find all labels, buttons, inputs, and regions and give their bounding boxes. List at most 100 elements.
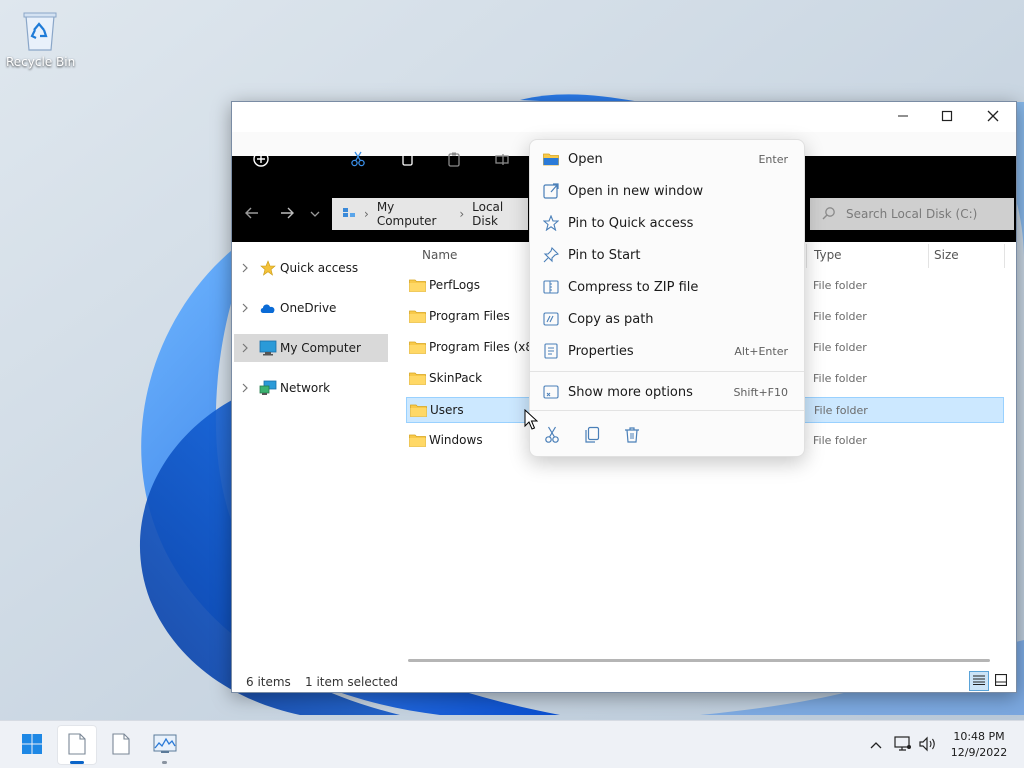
chevron-right-icon[interactable] [234, 343, 256, 353]
menu-delete-button[interactable] [620, 424, 644, 448]
back-button[interactable] [240, 204, 264, 224]
menu-shortcut: Enter [758, 152, 788, 166]
arrow-left-icon [244, 206, 260, 223]
performance-chart-icon [153, 734, 177, 757]
menu-cut-button[interactable] [540, 424, 564, 448]
file-type: File folder [813, 310, 867, 323]
column-header-size[interactable]: Size [934, 248, 959, 262]
title-bar[interactable] [232, 102, 1016, 132]
nav-item-quick-access[interactable]: Quick access [234, 254, 388, 282]
item-count: 6 items [246, 675, 291, 689]
chevron-right-icon[interactable] [234, 263, 256, 273]
mouse-cursor-icon [524, 409, 538, 430]
more-options-icon [534, 384, 568, 400]
menu-item-open[interactable]: Open Enter [534, 144, 800, 174]
open-new-window-icon [534, 183, 568, 199]
recent-locations-button[interactable] [306, 204, 324, 224]
minimize-icon [897, 110, 909, 125]
close-button[interactable] [970, 102, 1016, 132]
network-status-button[interactable] [893, 735, 913, 755]
star-icon [256, 260, 280, 276]
column-header-name[interactable]: Name [422, 248, 457, 262]
search-box[interactable]: Search Local Disk (C:) [810, 198, 1014, 230]
chevron-right-icon[interactable] [234, 383, 256, 393]
menu-shortcut: Alt+Enter [734, 344, 788, 358]
paste-button[interactable] [445, 151, 463, 169]
recycle-bin-shortcut[interactable]: Recycle Bin [6, 8, 75, 69]
column-header-type[interactable]: Type [814, 248, 842, 262]
menu-item-pin-quick-access[interactable]: Pin to Quick access [534, 208, 800, 238]
maximize-button[interactable] [924, 102, 970, 132]
details-view-button[interactable] [969, 671, 989, 691]
horizontal-scrollbar[interactable] [408, 659, 990, 662]
zip-icon [534, 279, 568, 295]
properties-icon [534, 343, 568, 359]
status-bar: 6 items 1 item selected [232, 668, 1016, 692]
menu-label: Open in new window [568, 183, 704, 199]
file-name: Windows [429, 433, 483, 447]
context-menu: Open Enter Open in new window Pin to Qui… [529, 139, 805, 457]
clock-date: 12/9/2022 [950, 746, 1008, 759]
maximize-icon [941, 110, 953, 125]
volume-button[interactable] [918, 735, 938, 755]
copy-button[interactable] [398, 151, 416, 169]
arrow-right-icon [279, 206, 295, 223]
chevron-right-icon[interactable] [234, 303, 256, 313]
address-bar[interactable]: › My Computer › Local Disk [332, 198, 528, 230]
file-type: File folder [813, 434, 867, 447]
column-divider[interactable] [928, 244, 929, 268]
file-type: File folder [814, 404, 868, 417]
rename-button[interactable] [493, 151, 511, 169]
menu-item-show-more-options[interactable]: Show more options Shift+F10 [534, 377, 800, 407]
taskbar-clock[interactable]: 10:48 PM 12/9/2022 [944, 729, 1014, 761]
large-icons-view-button[interactable] [991, 671, 1011, 691]
forward-button[interactable] [275, 204, 299, 224]
menu-label: Properties [568, 343, 634, 359]
menu-item-copy-as-path[interactable]: Copy as path [534, 304, 800, 334]
new-button[interactable] [252, 150, 270, 169]
paste-icon [446, 151, 462, 170]
cut-button[interactable] [349, 151, 367, 169]
nav-item-my-computer[interactable]: My Computer [234, 334, 388, 362]
taskbar: 10:48 PM 12/9/2022 [0, 720, 1024, 768]
taskbar-app-notepad[interactable] [101, 725, 141, 765]
folder-icon [409, 278, 426, 295]
path-icon [534, 311, 568, 327]
menu-copy-button[interactable] [580, 424, 604, 448]
menu-item-properties[interactable]: Properties Alt+Enter [534, 336, 800, 366]
column-divider[interactable] [1004, 244, 1005, 268]
nav-item-network[interactable]: Network [234, 374, 388, 402]
folder-open-icon [534, 152, 568, 166]
breadcrumb-local-disk[interactable]: Local Disk [472, 200, 528, 228]
file-name: Program Files [429, 309, 510, 323]
menu-label: Copy as path [568, 311, 654, 327]
breadcrumb-separator: › [459, 207, 465, 221]
network-icon [256, 380, 280, 396]
cut-icon [350, 151, 366, 170]
folder-icon [409, 340, 426, 357]
navigation-pane: Quick access OneDrive My Computer Networ… [232, 242, 390, 667]
file-type: File folder [813, 279, 867, 292]
column-divider[interactable] [806, 244, 807, 268]
breadcrumb-my-computer[interactable]: My Computer [377, 200, 452, 228]
menu-item-compress-zip[interactable]: Compress to ZIP file [534, 272, 800, 302]
nav-item-onedrive[interactable]: OneDrive [234, 294, 388, 322]
cut-icon [544, 426, 560, 447]
show-hidden-icons-button[interactable] [866, 735, 886, 755]
menu-item-pin-start[interactable]: Pin to Start [534, 240, 800, 270]
minimize-button[interactable] [880, 102, 926, 132]
menu-label: Pin to Quick access [568, 215, 694, 231]
network-monitor-icon [894, 735, 912, 755]
taskbar-app-task-manager[interactable] [145, 725, 185, 765]
start-button[interactable] [12, 725, 52, 765]
menu-separator [530, 410, 804, 411]
monitor-icon [256, 340, 280, 356]
copy-icon [584, 426, 600, 447]
menu-item-open-new-window[interactable]: Open in new window [534, 176, 800, 206]
menu-shortcut: Shift+F10 [733, 385, 788, 399]
breadcrumb-separator: › [364, 207, 369, 221]
taskbar-app-file-explorer[interactable] [57, 725, 97, 765]
windows-logo-icon [21, 733, 43, 758]
close-icon [987, 110, 999, 125]
pin-icon [534, 247, 568, 263]
